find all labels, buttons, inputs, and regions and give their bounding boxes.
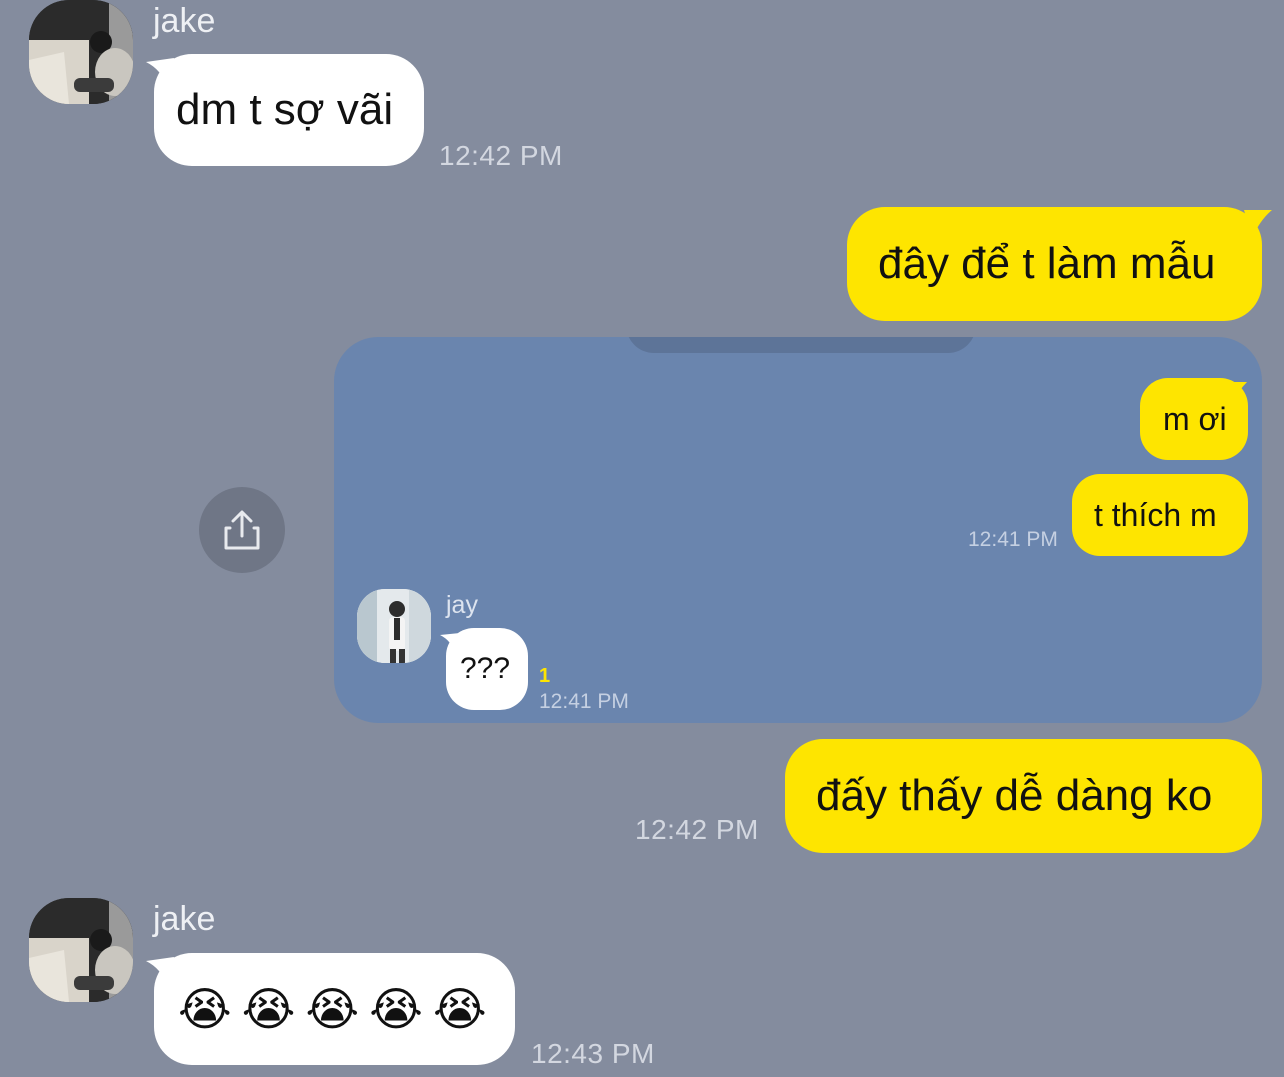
message-text: đấy thấy dễ dàng ko (816, 771, 1213, 820)
message-bubble[interactable]: đây để t làm mẫu (847, 207, 1262, 321)
shared-message-bubble: m ơi (1140, 378, 1248, 460)
message-text: đây để t làm mẫu (878, 239, 1216, 288)
crying-face-emoji: 😭 (369, 983, 423, 1035)
avatar-jake[interactable] (29, 0, 133, 104)
shared-screenshot[interactable]: m ơi 12:41 PM t thích m jay ??? 1 12:41 … (334, 337, 1262, 723)
message-bubble[interactable]: đấy thấy dễ dàng ko (785, 739, 1262, 853)
crying-face-emoji: 😭 (305, 983, 360, 1035)
sender-name: jake (153, 900, 216, 938)
shared-sender-name: jay (446, 591, 478, 619)
unread-count: 1 (539, 665, 551, 687)
message-time: 12:42 PM (439, 140, 563, 171)
message-bubble[interactable]: 😭 😭 😭 😭 😭 (154, 953, 515, 1065)
shared-message-bubble: t thích m (1072, 474, 1248, 556)
shared-message-text: t thích m (1094, 496, 1217, 533)
shared-message-bubble: ??? (446, 628, 528, 710)
shared-message-time: 12:41 PM (968, 528, 1058, 551)
shared-message-text: ??? (460, 652, 511, 685)
avatar-jake[interactable] (29, 898, 133, 1002)
share-upload-icon (224, 510, 260, 550)
sender-name: jake (153, 2, 216, 40)
date-pill (626, 337, 976, 353)
message-time: 12:42 PM (635, 814, 759, 845)
shared-message-time: 12:41 PM (539, 690, 629, 713)
crying-face-emoji: 😭 (241, 983, 296, 1035)
shared-message-text: m ơi (1163, 400, 1227, 437)
message-time: 12:43 PM (531, 1038, 655, 1069)
crying-face-emoji: 😭 (433, 983, 487, 1035)
share-button[interactable] (199, 487, 285, 573)
avatar-jay (357, 589, 431, 663)
crying-face-emoji: 😭 (178, 983, 232, 1035)
message-text: dm t sợ vãi (176, 85, 394, 134)
message-bubble[interactable]: dm t sợ vãi (154, 54, 424, 166)
